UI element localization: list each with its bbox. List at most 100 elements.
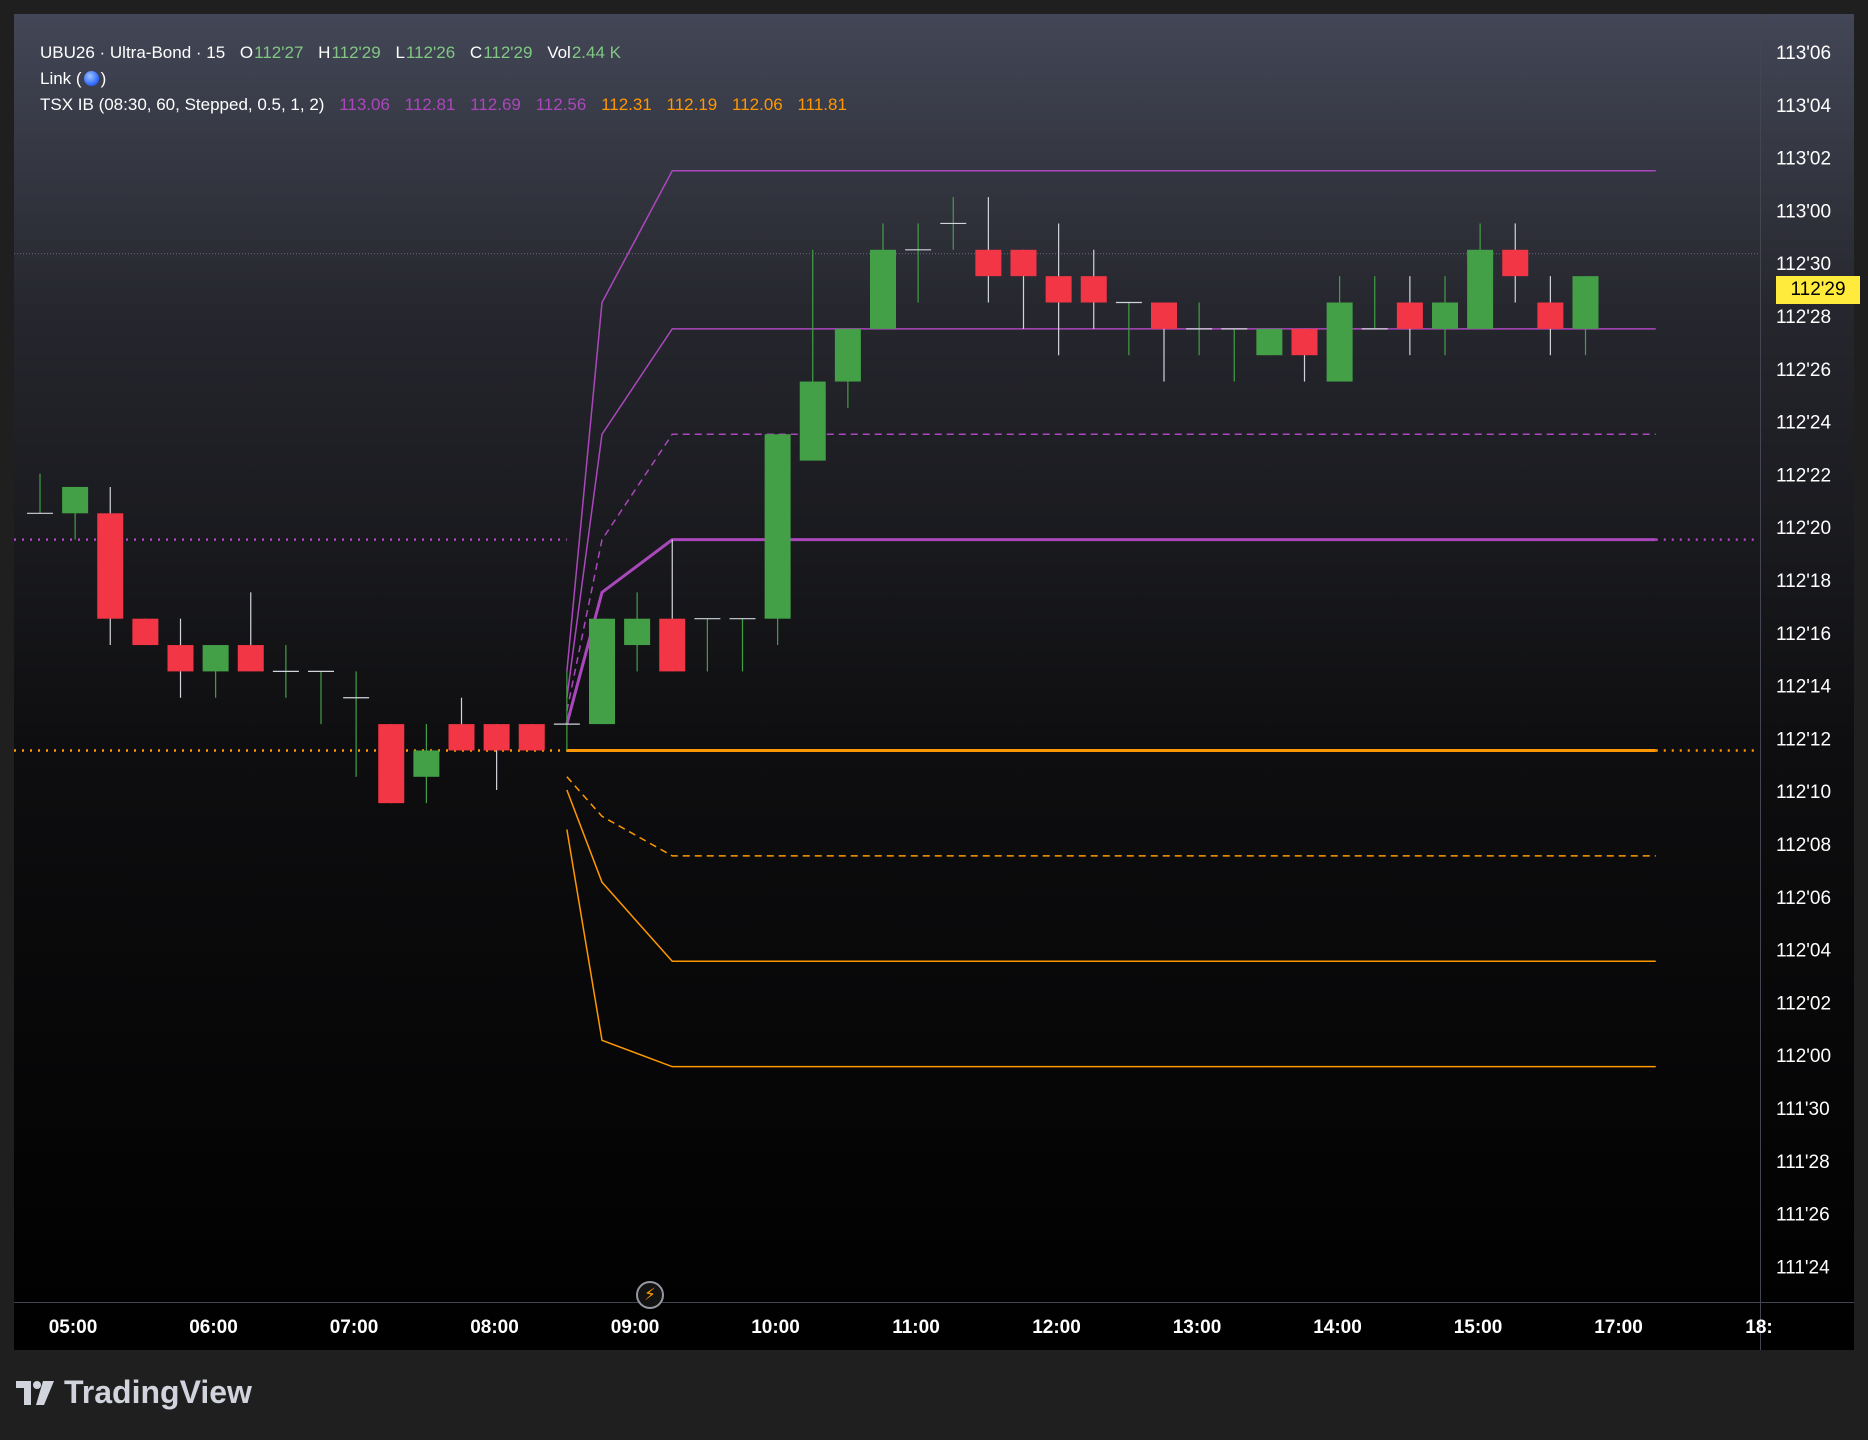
ib-level-lower_2 <box>566 829 1656 1068</box>
candle <box>905 223 932 303</box>
ib-value-lower-1: 112.06 <box>732 95 783 114</box>
candle-body <box>413 750 440 777</box>
candle <box>729 618 756 672</box>
time-axis-label: 12:00 <box>1032 1317 1081 1338</box>
candle <box>378 724 405 804</box>
price-axis-label: 113'00 <box>1776 201 1831 222</box>
candle <box>659 539 686 672</box>
time-axis-label: 14:00 <box>1313 1317 1362 1338</box>
symbol-title[interactable]: UBU26 · Ultra-Bond · 15 <box>40 43 225 62</box>
ib-level-upper_1 <box>566 328 1656 698</box>
candle-body <box>97 513 124 619</box>
price-axis-label: 111'30 <box>1776 1099 1830 1120</box>
candle <box>237 592 264 672</box>
time-axis-label: 13:00 <box>1173 1317 1222 1338</box>
candle-body <box>1080 276 1107 303</box>
candle-body <box>659 618 686 672</box>
indicator-label[interactable]: TSX IB (08:30, 60, Stepped, 0.5, 1, 2) <box>40 95 324 114</box>
candle <box>448 697 475 751</box>
chart-legend: UBU26 · Ultra-Bond · 15 O112'27 H112'29 … <box>40 40 847 118</box>
candle <box>272 645 299 698</box>
candle <box>975 197 1002 303</box>
candle <box>1502 223 1529 303</box>
ib-value-high: 112.56 <box>535 95 587 114</box>
candle <box>167 618 194 698</box>
price-axis-label: 113'04 <box>1776 96 1831 117</box>
price-axis-label: 112'02 <box>1776 993 1831 1014</box>
brand-name: TradingView <box>64 1374 252 1410</box>
price-axis-label: 112'12 <box>1776 729 1831 750</box>
candle <box>413 724 440 804</box>
candle-body <box>624 618 651 646</box>
candle-body <box>1045 276 1072 303</box>
ib-level-lower_0.5 <box>566 776 1656 857</box>
candle <box>27 473 53 514</box>
high-value: 112'29 <box>331 43 381 62</box>
time-axis-label: 06:00 <box>189 1317 238 1338</box>
candle-body <box>1537 302 1564 329</box>
time-axis-label: 10:00 <box>751 1317 800 1338</box>
price-axis-label: 112'20 <box>1776 518 1831 539</box>
ohlc-row: UBU26 · Ultra-Bond · 15 O112'27 H112'29 … <box>40 40 847 66</box>
link-row[interactable]: Link () <box>40 66 847 92</box>
candle <box>1432 276 1458 356</box>
candle-body <box>167 645 194 672</box>
chart-canvas[interactable]: 113'06 113'04 113'02 113'00 112'30 112'28 112'… <box>14 14 1854 1350</box>
candle <box>518 724 545 751</box>
ib-value-lower-2: 111.81 <box>797 95 847 114</box>
tradingview-logo-icon <box>16 1380 54 1405</box>
candle-body <box>483 724 510 751</box>
candle <box>553 671 580 751</box>
candle-body <box>1467 249 1494 329</box>
ib-level-upper_0.5 <box>566 433 1656 712</box>
candle-body <box>1326 302 1353 382</box>
lightning-bolt-icon[interactable]: ⚡ <box>636 1281 664 1309</box>
candle <box>1151 302 1177 382</box>
ib-value-lower-half: 112.19 <box>666 95 718 114</box>
candle-body <box>1502 249 1529 277</box>
candle <box>1537 276 1564 356</box>
candle-body <box>764 434 791 619</box>
candle-body <box>448 724 475 751</box>
price-axis-label: 112'16 <box>1776 624 1831 645</box>
candle-body <box>237 645 264 672</box>
candle <box>132 618 159 646</box>
candle <box>202 645 229 698</box>
candle-body <box>870 249 896 329</box>
candle-body <box>1256 328 1283 356</box>
candle <box>694 618 721 672</box>
indicator-row[interactable]: TSX IB (08:30, 60, Stepped, 0.5, 1, 2) 1… <box>40 92 847 118</box>
time-axis-label: 15:00 <box>1454 1317 1503 1338</box>
candle-body <box>1572 276 1599 329</box>
candle <box>308 670 334 725</box>
chart-frame[interactable]: 113'06 113'04 113'02 113'00 112'30 112'28 112'… <box>14 14 1860 1350</box>
time-axis-label: 07:00 <box>330 1317 379 1338</box>
ib-value-low: 112.31 <box>601 95 652 114</box>
candle <box>799 249 826 461</box>
candle <box>1467 223 1494 329</box>
price-axis-label: 112'26 <box>1776 360 1831 381</box>
link-circle-icon[interactable] <box>83 71 99 86</box>
candle <box>1221 328 1248 382</box>
candle <box>764 434 791 646</box>
candle-body <box>1396 302 1423 329</box>
price-axis-label: 111'28 <box>1776 1152 1830 1173</box>
link-label-close: ) <box>100 69 107 88</box>
ib-level-ib_high <box>565 538 1656 725</box>
tradingview-logo[interactable]: TradingView <box>16 1374 252 1411</box>
candle <box>483 724 510 790</box>
price-axis-label: 112'14 <box>1776 677 1831 698</box>
ib-level-lower_1 <box>566 789 1656 962</box>
candle <box>62 486 89 540</box>
time-axis-label: 08:00 <box>470 1317 519 1338</box>
candle <box>1186 302 1213 356</box>
price-axis-label: 112'08 <box>1776 835 1831 856</box>
candle <box>870 223 896 329</box>
candle <box>834 328 861 408</box>
ib-value-upper-half: 112.69 <box>470 95 521 114</box>
time-axis-label: 17:00 <box>1594 1317 1643 1338</box>
high-label: H <box>318 43 331 62</box>
price-axis-label: 112'18 <box>1776 571 1831 592</box>
ib-level-upper_2 <box>566 170 1656 672</box>
candle <box>1361 276 1388 330</box>
